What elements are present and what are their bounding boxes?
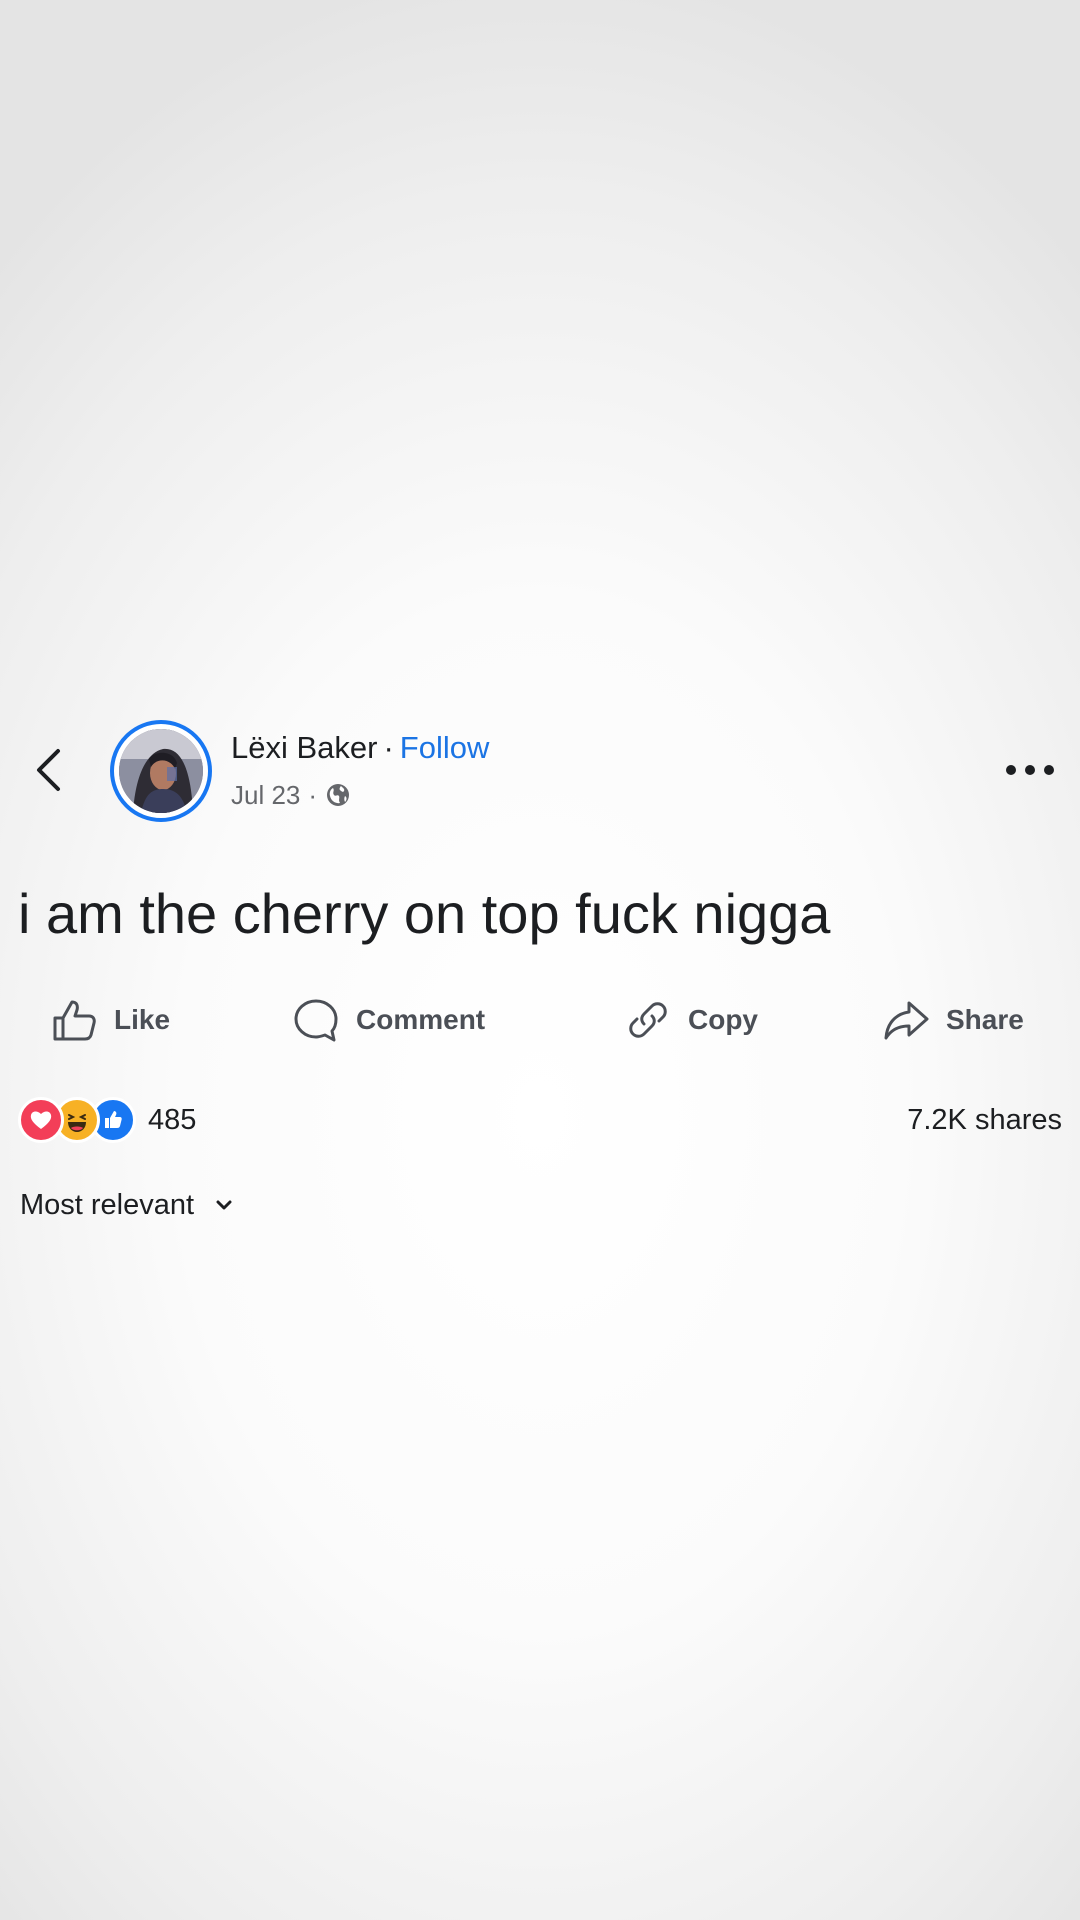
post-text: i am the cherry on top fuck nigga [18, 882, 831, 945]
like-button[interactable]: Like [48, 990, 170, 1050]
comment-bubble-icon [294, 999, 338, 1042]
comment-sort-dropdown[interactable]: Most relevant [20, 1180, 234, 1230]
share-arrow-icon [884, 1001, 929, 1040]
thumbs-up-icon [53, 1000, 96, 1041]
chevron-left-icon [37, 749, 60, 791]
sort-label: Most relevant [20, 1188, 195, 1221]
copy-label: Copy [688, 1004, 758, 1035]
copy-link-button[interactable]: Copy [622, 990, 758, 1050]
author-line: Lëxi Baker · Follow [231, 728, 489, 768]
love-reaction-icon [18, 1097, 64, 1143]
author-name[interactable]: Lëxi Baker [231, 730, 377, 765]
name-separator: · [383, 730, 394, 765]
globe-icon [327, 784, 350, 806]
chevron-down-icon [216, 1200, 232, 1210]
share-button[interactable]: Share [880, 990, 1024, 1050]
post-card: Lëxi Baker · Follow Jul 23 · i am the cher… [0, 700, 1080, 1260]
share-label: Share [946, 1004, 1024, 1035]
comment-button[interactable]: Comment [290, 990, 485, 1050]
reaction-count: 485 [148, 1103, 197, 1136]
avatar-photo [119, 729, 203, 813]
author-avatar[interactable] [110, 720, 212, 822]
like-label: Like [114, 1004, 171, 1035]
comment-label: Comment [356, 1004, 486, 1035]
back-button[interactable] [26, 740, 70, 800]
shares-count[interactable]: 7.2K shares [907, 1095, 1062, 1145]
post-meta: Jul 23 · [231, 776, 351, 814]
post-date[interactable]: Jul 23 [231, 776, 300, 814]
meta-separator: · [308, 780, 318, 810]
link-icon [629, 1002, 667, 1038]
follow-button[interactable]: Follow [400, 730, 490, 765]
more-options-button[interactable] [1000, 748, 1060, 792]
action-bar: Like Comment Copy Share [0, 990, 1080, 1050]
reactions-summary[interactable]: 485 [18, 1095, 196, 1145]
more-dots-icon [1006, 765, 1054, 775]
